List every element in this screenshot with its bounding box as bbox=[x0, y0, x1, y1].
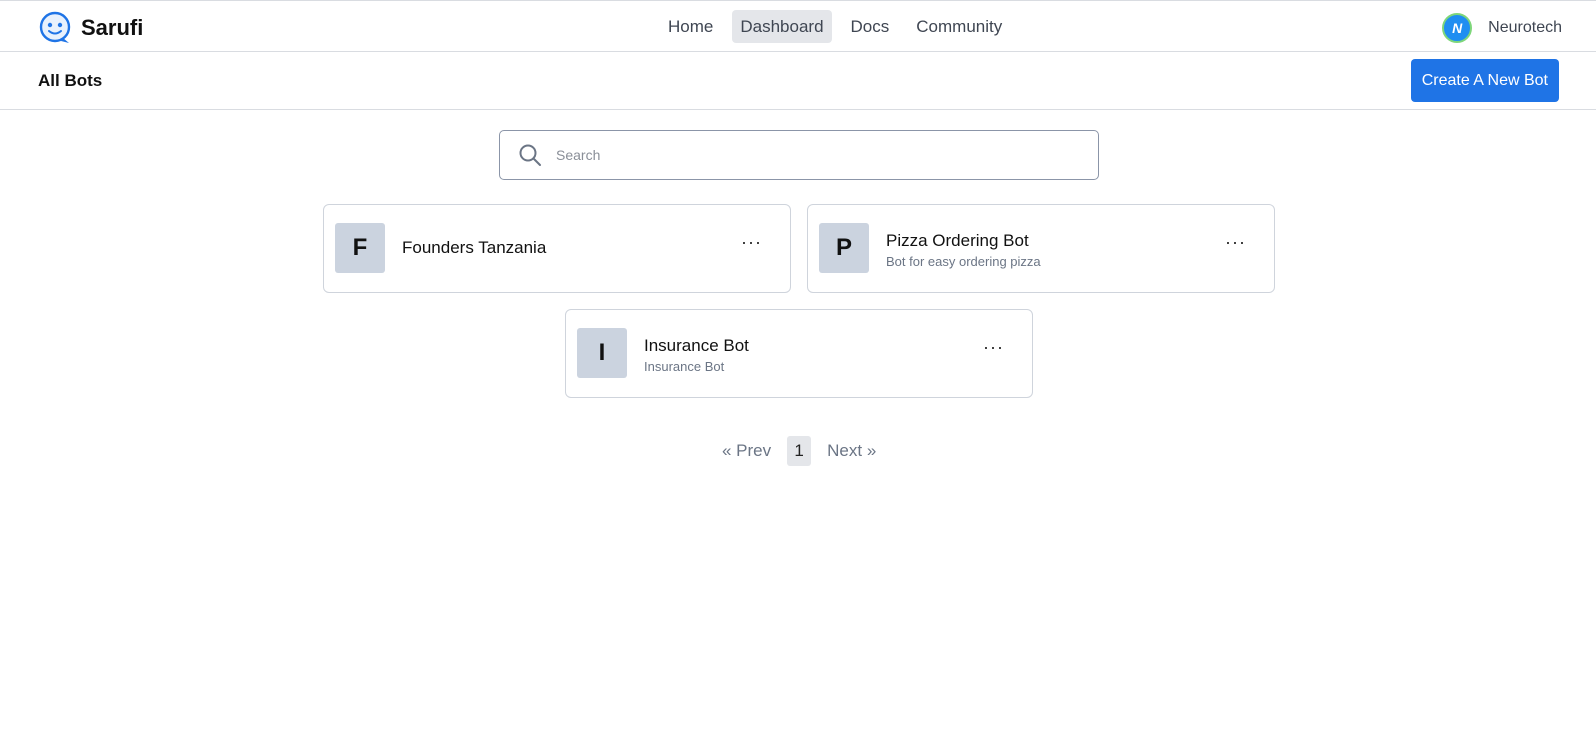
more-options-icon[interactable]: ··· bbox=[983, 337, 1004, 358]
nav-community[interactable]: Community bbox=[908, 10, 1010, 43]
page-title: All Bots bbox=[38, 71, 103, 90]
create-bot-button[interactable]: Create A New Bot bbox=[1410, 59, 1559, 102]
avatar[interactable]: N bbox=[1442, 13, 1473, 43]
top-navbar: Sarufi Home Dashboard Docs Community N N… bbox=[0, 0, 1596, 52]
bot-initial: I bbox=[577, 328, 627, 378]
brand-name: Sarufi bbox=[81, 15, 144, 40]
bot-name[interactable]: Pizza Ordering Bot bbox=[886, 231, 1029, 251]
page-header: All Bots Create A New Bot bbox=[0, 52, 1596, 110]
next-page-link[interactable]: Next » bbox=[827, 441, 876, 461]
nav-home[interactable]: Home bbox=[660, 10, 721, 43]
user-name[interactable]: Neurotech bbox=[1488, 19, 1562, 37]
chatbot-face-icon bbox=[39, 11, 71, 43]
user-menu[interactable]: N Neurotech bbox=[1442, 13, 1562, 43]
pagination: « Prev 1 Next » bbox=[722, 436, 876, 466]
nav-docs[interactable]: Docs bbox=[843, 10, 898, 43]
bot-card[interactable]: I Insurance Bot Insurance Bot ··· bbox=[565, 309, 1033, 398]
search-icon bbox=[519, 144, 541, 166]
prev-page-link[interactable]: « Prev bbox=[722, 441, 771, 461]
bot-description: Insurance Bot bbox=[644, 359, 725, 374]
brand[interactable]: Sarufi bbox=[38, 11, 143, 45]
more-options-icon[interactable]: ··· bbox=[1225, 232, 1246, 253]
more-options-icon[interactable]: ··· bbox=[741, 232, 762, 253]
bot-card[interactable]: P Pizza Ordering Bot Bot for easy orderi… bbox=[807, 204, 1275, 293]
bot-name[interactable]: Insurance Bot bbox=[644, 336, 749, 356]
bot-initial: F bbox=[335, 223, 385, 273]
search-input[interactable] bbox=[556, 147, 1056, 163]
bot-initial: P bbox=[819, 223, 869, 273]
bot-name[interactable]: Founders Tanzania bbox=[402, 238, 546, 258]
nav-dashboard[interactable]: Dashboard bbox=[732, 10, 832, 43]
search-box[interactable] bbox=[499, 130, 1099, 180]
main-nav: Home Dashboard Docs Community bbox=[660, 10, 1021, 43]
bot-description: Bot for easy ordering pizza bbox=[886, 254, 1041, 269]
current-page[interactable]: 1 bbox=[787, 436, 812, 466]
bot-card[interactable]: F Founders Tanzania ··· bbox=[323, 204, 791, 293]
